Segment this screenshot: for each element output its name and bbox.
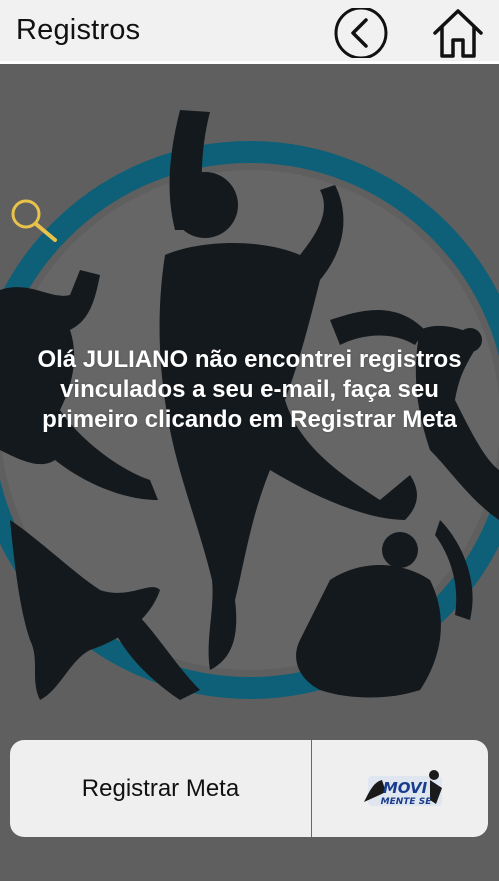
app-header: Registros (0, 0, 499, 64)
register-goal-button[interactable]: Registrar Meta (10, 740, 311, 837)
back-button[interactable] (333, 8, 389, 58)
page-title: Registros (16, 14, 141, 46)
movimente-se-logo[interactable]: MOVI MENTE SE (360, 760, 450, 820)
svg-text:MOVI: MOVI (383, 779, 428, 797)
search-icon[interactable] (8, 197, 60, 245)
empty-state-message: Olá JULIANO não encontrei registros vinc… (37, 346, 462, 433)
svg-text:MENTE SE: MENTE SE (381, 797, 433, 807)
chevron-left-circle-icon (334, 8, 388, 58)
bottom-action-bar: Registrar Meta MOVI MENTE SE (10, 740, 488, 837)
home-button[interactable] (430, 6, 486, 60)
magnifier-icon (11, 199, 57, 242)
home-icon (433, 9, 483, 58)
divider (311, 740, 312, 837)
